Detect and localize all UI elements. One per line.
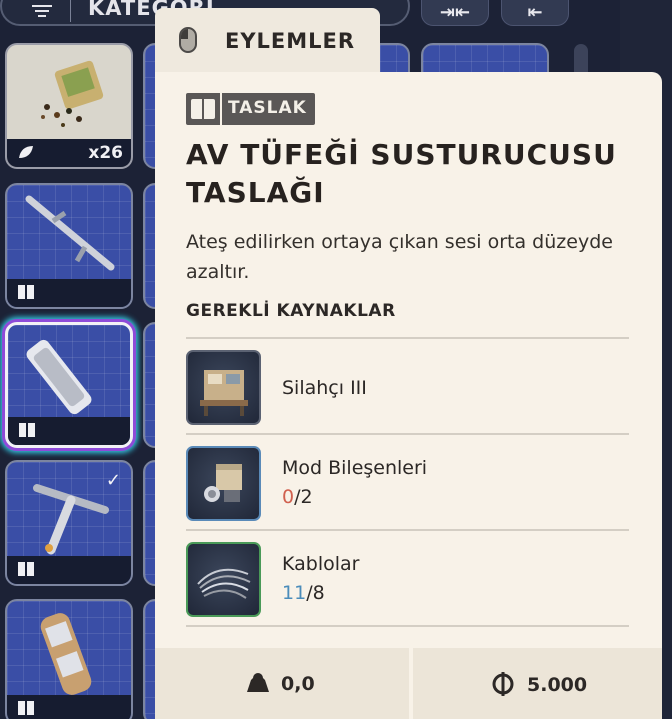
badge-divider — [220, 93, 222, 125]
book-icon — [18, 422, 36, 438]
divider — [186, 625, 629, 627]
slot-footer — [7, 556, 131, 584]
value-amount: 5.000 — [527, 674, 588, 696]
book-icon — [17, 700, 35, 716]
rifle-item-icon — [25, 195, 115, 271]
check-icon: ✓ — [105, 470, 121, 491]
slot-footer — [7, 695, 131, 719]
weight-stat: 0,0 — [245, 672, 315, 695]
resource-row-mod-components: Mod Bileşenleri 0/2 — [186, 446, 629, 542]
actions-tab-label: EYLEMLER — [225, 29, 356, 53]
muzzle-item-icon — [40, 613, 92, 695]
slot-footer — [7, 279, 131, 307]
inventory-slot-selected-silencer[interactable] — [5, 322, 133, 448]
coin-icon — [492, 672, 514, 696]
item-tooltip-panel: TASLAK AV TÜFEĞİ SUSTURUCUSU TASLAĞI Ate… — [155, 72, 662, 719]
collapse-button[interactable]: ⇤ — [501, 0, 569, 26]
divider — [186, 529, 629, 531]
inventory-slot-rifle[interactable] — [5, 183, 133, 309]
wires-icon — [186, 542, 261, 617]
filter-icon — [32, 5, 52, 19]
weight-icon — [247, 673, 269, 692]
slot-footer — [8, 417, 130, 445]
item-title: AV TÜFEĞİ SUSTURUCUSU TASLAĞI — [186, 138, 617, 209]
resource-quantity: 0/2 — [282, 486, 313, 508]
leaf-icon — [17, 144, 35, 160]
mod-components-icon — [186, 446, 261, 521]
seeds-item-icon — [41, 60, 104, 127]
book-icon — [17, 561, 35, 577]
quantity-need: 2 — [300, 486, 313, 508]
quantity-have: 11 — [282, 582, 307, 604]
slot-footer: x26 — [7, 139, 131, 167]
resource-name: Mod Bileşenleri — [282, 457, 428, 479]
tooltip-footer: 0,0 5.000 — [155, 648, 662, 719]
book-icon — [191, 99, 215, 119]
resource-name: Kablolar — [282, 553, 360, 575]
divider — [186, 337, 629, 339]
requirements-heading: GEREKLİ KAYNAKLAR — [186, 301, 396, 321]
merge-icon: ⇥⇤ — [439, 2, 471, 23]
item-description: Ateş edilirken ortaya çıkan sesi orta dü… — [186, 231, 613, 283]
footer-divider — [409, 648, 413, 719]
blueprint-badge: TASLAK — [186, 93, 315, 125]
silencer-item-icon — [26, 339, 92, 415]
weight-value: 0,0 — [281, 673, 315, 695]
quantity-have: 0 — [282, 486, 295, 508]
value-stat: 5.000 — [491, 672, 587, 696]
book-icon — [17, 284, 35, 300]
inventory-slot-seeds[interactable]: x26 — [5, 43, 133, 169]
actions-tab[interactable]: EYLEMLER — [155, 8, 380, 78]
resource-row-gunsmith: Silahçı III — [186, 350, 629, 446]
merge-button[interactable]: ⇥⇤ — [421, 0, 489, 26]
resource-quantity: 11/8 — [282, 582, 325, 604]
quantity-need: 8 — [312, 582, 325, 604]
resource-row-wires: Kablolar 11/8 — [186, 542, 629, 638]
collapse-icon: ⇤ — [527, 2, 543, 23]
workbench-icon — [186, 350, 261, 425]
inventory-slot-stock[interactable]: ✓ — [5, 460, 133, 586]
divider — [70, 0, 71, 22]
resource-name: Silahçı III — [282, 377, 367, 399]
divider — [186, 433, 629, 435]
stack-count: x26 — [88, 143, 123, 163]
mouse-icon — [179, 27, 197, 53]
inventory-slot-muzzle[interactable] — [5, 599, 133, 719]
